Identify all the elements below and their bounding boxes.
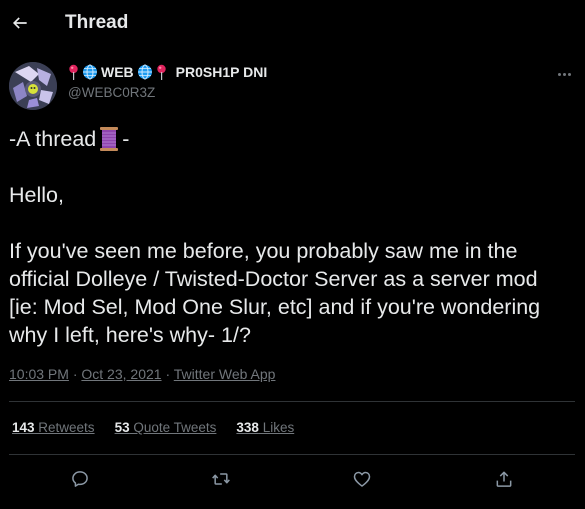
display-name-suffix: PR0SH1P DNI — [175, 64, 268, 80]
tweet-line-1: -A thread — [9, 127, 97, 151]
share-button[interactable] — [492, 467, 516, 491]
display-name[interactable]: WEB PR0SH1P DNI — [68, 64, 267, 80]
user-handle[interactable]: @WEBC0R3Z — [68, 85, 155, 100]
tweet-line-2: Hello, — [9, 183, 64, 207]
meta-separator: · — [68, 366, 82, 382]
page-title: Thread — [65, 12, 129, 33]
tweet-actions — [0, 461, 585, 497]
divider — [9, 401, 575, 402]
meta-separator: · — [161, 366, 174, 382]
retweet-icon — [212, 473, 230, 485]
quote-tweets-label: Quote Tweets — [129, 420, 217, 435]
quote-tweets-count: 53 — [114, 420, 130, 435]
reply-icon — [72, 471, 88, 487]
avatar-image — [9, 62, 57, 110]
tweet-line-1-end: - — [122, 127, 130, 151]
retweets-stat[interactable]: 143 Retweets — [12, 420, 95, 435]
tweet-date[interactable]: Oct 23, 2021 — [81, 366, 161, 382]
tweet-time[interactable]: 10:03 PM — [9, 366, 69, 382]
retweet-button[interactable] — [209, 467, 233, 491]
back-arrow-icon — [12, 17, 27, 29]
display-name-text: WEB — [101, 64, 134, 80]
likes-stat[interactable]: 338 Likes — [236, 420, 294, 435]
avatar[interactable] — [9, 62, 57, 110]
likes-count: 338 — [236, 420, 259, 435]
like-button[interactable] — [350, 467, 374, 491]
tweet-source[interactable]: Twitter Web App — [174, 366, 276, 382]
tweet: WEB PR0SH1P DNI @WEBC0R3Z -A thread - He… — [0, 50, 585, 509]
tweet-stats: 143 Retweets 53 Quote Tweets 338 Likes — [12, 420, 294, 435]
back-button[interactable] — [6, 5, 34, 41]
tweet-text: -A thread - Hello, If you've seen me bef… — [9, 125, 569, 349]
globe-icon — [137, 64, 152, 80]
tweet-line-3: If you've seen me before, you probably s… — [9, 239, 541, 347]
tweet-meta: 10:03 PM · Oct 23, 2021 · Twitter Web Ap… — [9, 366, 275, 382]
share-icon — [496, 471, 512, 487]
divider — [9, 454, 575, 455]
quote-tweets-stat[interactable]: 53 Quote Tweets — [115, 420, 217, 435]
more-icon — [557, 72, 561, 76]
pin-icon — [156, 64, 166, 80]
retweets-count: 143 — [12, 420, 35, 435]
like-icon — [353, 471, 371, 487]
spool-icon — [100, 127, 119, 151]
pin-icon — [69, 64, 78, 80]
top-bar: Thread — [0, 0, 585, 46]
likes-label: Likes — [258, 420, 295, 435]
globe-icon — [83, 64, 97, 80]
retweets-label: Retweets — [34, 420, 95, 435]
reply-button[interactable] — [68, 467, 92, 491]
more-options-button[interactable] — [554, 64, 574, 84]
